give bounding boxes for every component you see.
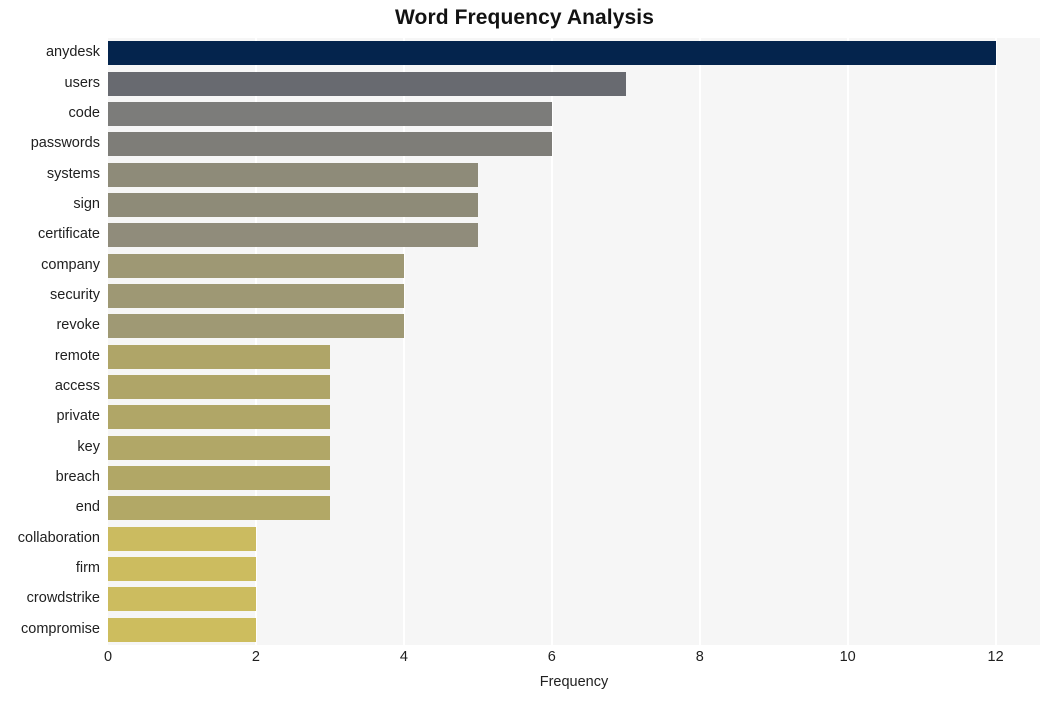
y-tick-label-collaboration: collaboration — [17, 529, 100, 546]
bar-row — [108, 132, 1040, 157]
chart-title: Word Frequency Analysis — [394, 6, 655, 29]
bar-collaboration[interactable] — [108, 526, 256, 551]
x-tick-label-2: 2 — [251, 649, 260, 665]
bar-row — [108, 223, 1040, 248]
y-tick-label-access: access — [54, 378, 100, 395]
bar-row — [108, 526, 1040, 551]
bar-code[interactable] — [108, 101, 552, 126]
gridline-vertical — [550, 38, 553, 645]
bar-row — [108, 71, 1040, 96]
x-tick-label-8: 8 — [695, 649, 704, 665]
bar-compromise[interactable] — [108, 617, 256, 642]
x-tick-label-4: 4 — [399, 649, 408, 665]
y-tick-label-breach: breach — [55, 469, 100, 486]
bar-row — [108, 162, 1040, 187]
bar-row — [108, 405, 1040, 430]
gridline-vertical — [846, 38, 849, 645]
y-axis: anydesk users code passwords systems sign cert… — [0, 38, 100, 645]
bar-row — [108, 375, 1040, 400]
gridline-vertical — [698, 38, 701, 645]
gridline-vertical — [254, 38, 257, 645]
y-tick-label-users: users — [64, 74, 100, 91]
bar-row — [108, 192, 1040, 217]
y-tick-label-systems: systems — [46, 165, 100, 182]
bar-security[interactable] — [108, 283, 404, 308]
x-axis: 0 2 4 6 8 10 12 — [104, 645, 1040, 671]
bar-revoke[interactable] — [108, 314, 404, 339]
bar-row — [108, 314, 1040, 339]
bar-systems[interactable] — [108, 162, 478, 187]
y-tick-label-company: company — [41, 256, 100, 273]
y-tick-label-sign: sign — [73, 195, 100, 212]
bar-breach[interactable] — [108, 466, 330, 491]
bar-private[interactable] — [108, 405, 330, 430]
y-tick-label-end: end — [75, 499, 100, 516]
bar-row — [108, 617, 1040, 642]
bar-row — [108, 587, 1040, 612]
y-tick-label-key: key — [77, 438, 100, 455]
bar-crowdstrike[interactable] — [108, 587, 256, 612]
bar-users[interactable] — [108, 71, 626, 96]
bar-anydesk[interactable] — [108, 41, 996, 66]
x-tick-label-6: 6 — [547, 649, 556, 665]
y-tick-label-private: private — [56, 408, 100, 425]
x-tick-label-10: 10 — [839, 649, 856, 665]
word-frequency-chart-figure: Word Frequency Analysis anydesk users code… — [0, 0, 1049, 701]
y-tick-label-crowdstrike: crowdstrike — [26, 590, 100, 607]
y-tick-label-anydesk: anydesk — [45, 44, 100, 61]
gridline-vertical — [994, 38, 997, 645]
bar-sign[interactable] — [108, 192, 478, 217]
bar-remote[interactable] — [108, 344, 330, 369]
bar-certificate[interactable] — [108, 223, 478, 248]
bar-company[interactable] — [108, 253, 404, 278]
bar-key[interactable] — [108, 435, 330, 460]
bar-access[interactable] — [108, 375, 330, 400]
y-tick-label-revoke: revoke — [56, 317, 100, 334]
x-axis-title: Frequency — [539, 674, 609, 690]
y-tick-label-passwords: passwords — [30, 135, 100, 152]
bar-row — [108, 344, 1040, 369]
bar-row — [108, 496, 1040, 521]
bar-row — [108, 435, 1040, 460]
gridline-vertical — [402, 38, 405, 645]
y-tick-label-firm: firm — [75, 560, 100, 577]
y-tick-label-certificate: certificate — [37, 226, 100, 243]
bar-end[interactable] — [108, 496, 330, 521]
plot-area — [108, 38, 1040, 645]
bar-row — [108, 557, 1040, 582]
x-tick-label-0: 0 — [103, 649, 113, 665]
x-tick-label-12: 12 — [987, 649, 1004, 665]
bar-firm[interactable] — [108, 557, 256, 582]
bar-row — [108, 466, 1040, 491]
y-tick-label-code: code — [68, 104, 100, 121]
y-tick-label-security: security — [50, 286, 100, 303]
bar-row — [108, 41, 1040, 66]
bar-row — [108, 101, 1040, 126]
bar-row — [108, 283, 1040, 308]
bar-row — [108, 253, 1040, 278]
y-tick-label-compromise: compromise — [21, 620, 100, 637]
bar-passwords[interactable] — [108, 132, 552, 157]
y-tick-label-remote: remote — [54, 347, 100, 364]
